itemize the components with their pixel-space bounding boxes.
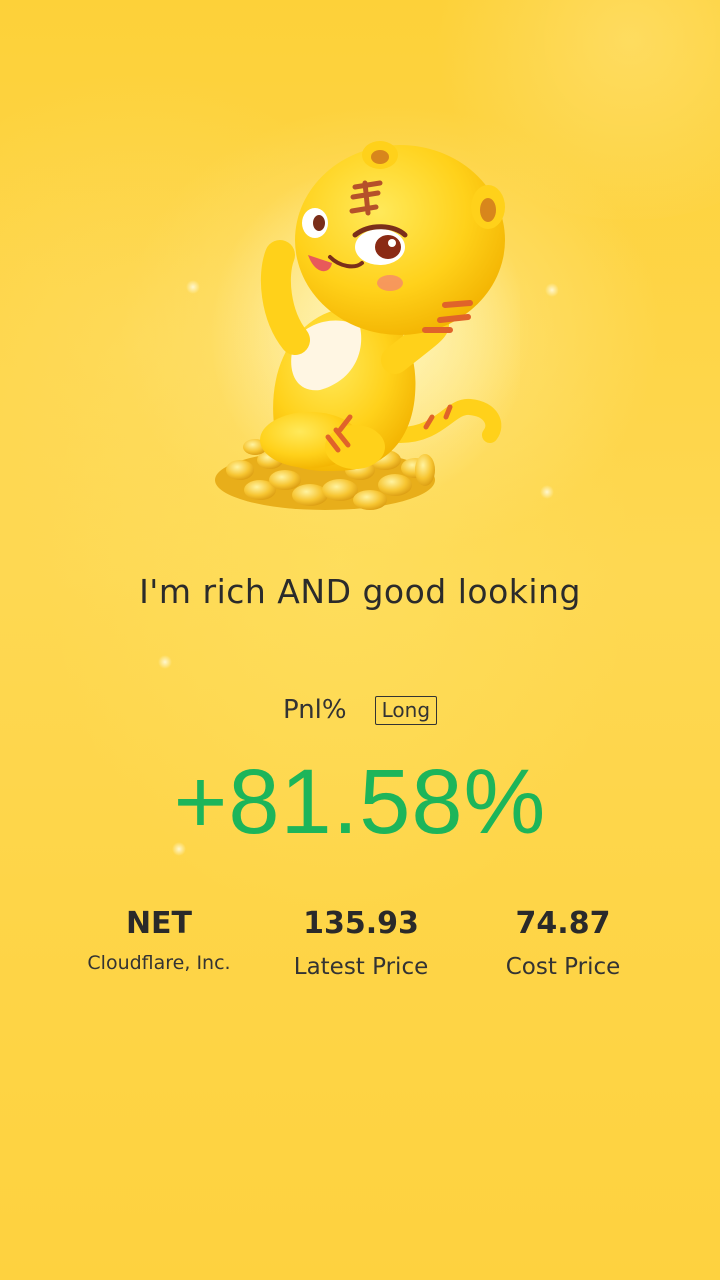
cost-price: 74.87 Cost Price xyxy=(462,902,664,980)
company-name: Cloudflare, Inc. xyxy=(87,952,231,974)
pnl-percentage: +81.58% xyxy=(173,751,547,853)
stats-row: NET Cloudflare, Inc. 135.93 Latest Price… xyxy=(58,902,664,980)
sparkle xyxy=(186,280,200,294)
position-type-badge: Long xyxy=(374,695,438,725)
sparkle xyxy=(545,283,559,297)
sparkle xyxy=(540,485,554,499)
latest-price-value: 135.93 xyxy=(303,906,419,941)
latest-price: 135.93 Latest Price xyxy=(260,902,462,980)
slogan-text: I'm rich AND good looking xyxy=(139,572,581,611)
cost-price-value: 74.87 xyxy=(515,906,611,941)
sparkle xyxy=(158,655,172,669)
pnl-share-card: I'm rich AND good looking Pnl% Long +81.… xyxy=(0,0,720,1280)
latest-price-label: Latest Price xyxy=(293,954,429,980)
tiger-mascot-icon xyxy=(210,141,520,510)
stock-symbol: NET xyxy=(125,906,193,941)
pnl-header: Pnl% Long xyxy=(0,695,720,725)
stock-info: NET Cloudflare, Inc. xyxy=(58,902,260,980)
pnl-label: Pnl% xyxy=(282,695,347,725)
cost-price-label: Cost Price xyxy=(505,954,621,980)
